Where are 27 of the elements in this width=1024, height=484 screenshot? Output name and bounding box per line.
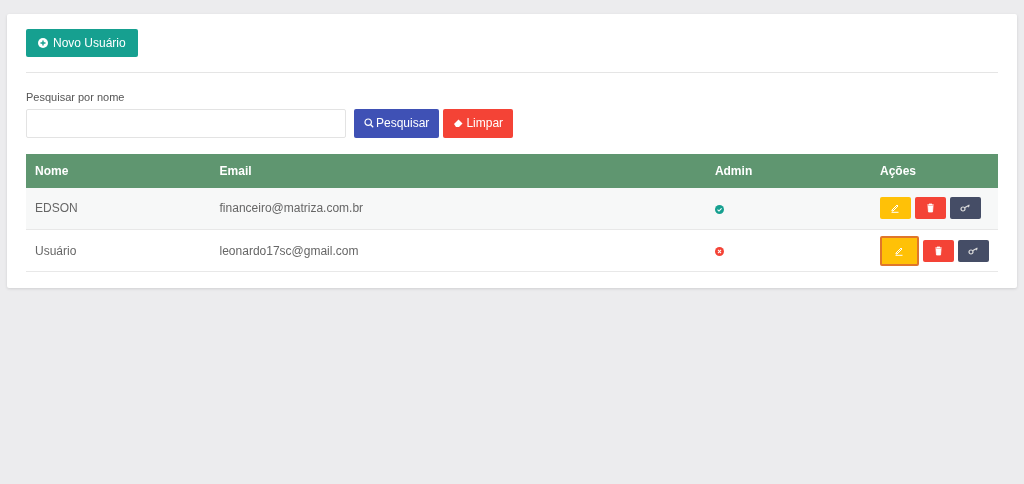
- clear-button[interactable]: Limpar: [443, 108, 514, 138]
- plus-circle-icon: [38, 38, 48, 48]
- trash-icon: [926, 203, 935, 214]
- eraser-icon: [453, 118, 465, 128]
- key-icon: [968, 246, 979, 255]
- search-button[interactable]: Pesquisar: [354, 108, 440, 138]
- table-cell: Usuário: [35, 243, 77, 258]
- edit-button[interactable]: [880, 235, 919, 266]
- delete-button[interactable]: [915, 197, 946, 220]
- column-header: Ações: [880, 163, 916, 178]
- table-cell: EDSON: [35, 201, 78, 216]
- search-icon: [364, 118, 374, 128]
- trash-icon: [934, 245, 943, 256]
- delete-button[interactable]: [923, 239, 954, 262]
- key-button[interactable]: [950, 197, 981, 220]
- column-header: Admin: [714, 163, 753, 178]
- table-cell: financeiro@matriza.com.br: [219, 201, 364, 216]
- column-header: Email: [219, 163, 252, 178]
- new-user-button[interactable]: Novo Usuário: [26, 29, 138, 57]
- search-label: Pesquisar por nome: [26, 90, 126, 105]
- key-icon: [960, 204, 971, 213]
- key-button[interactable]: [958, 239, 989, 262]
- search-field[interactable]: [26, 108, 346, 138]
- column-header: Nome: [35, 163, 69, 178]
- table-cell: leonardo17sc@gmail.com: [219, 243, 359, 258]
- pencil-icon: [890, 203, 901, 214]
- pencil-icon: [894, 245, 905, 256]
